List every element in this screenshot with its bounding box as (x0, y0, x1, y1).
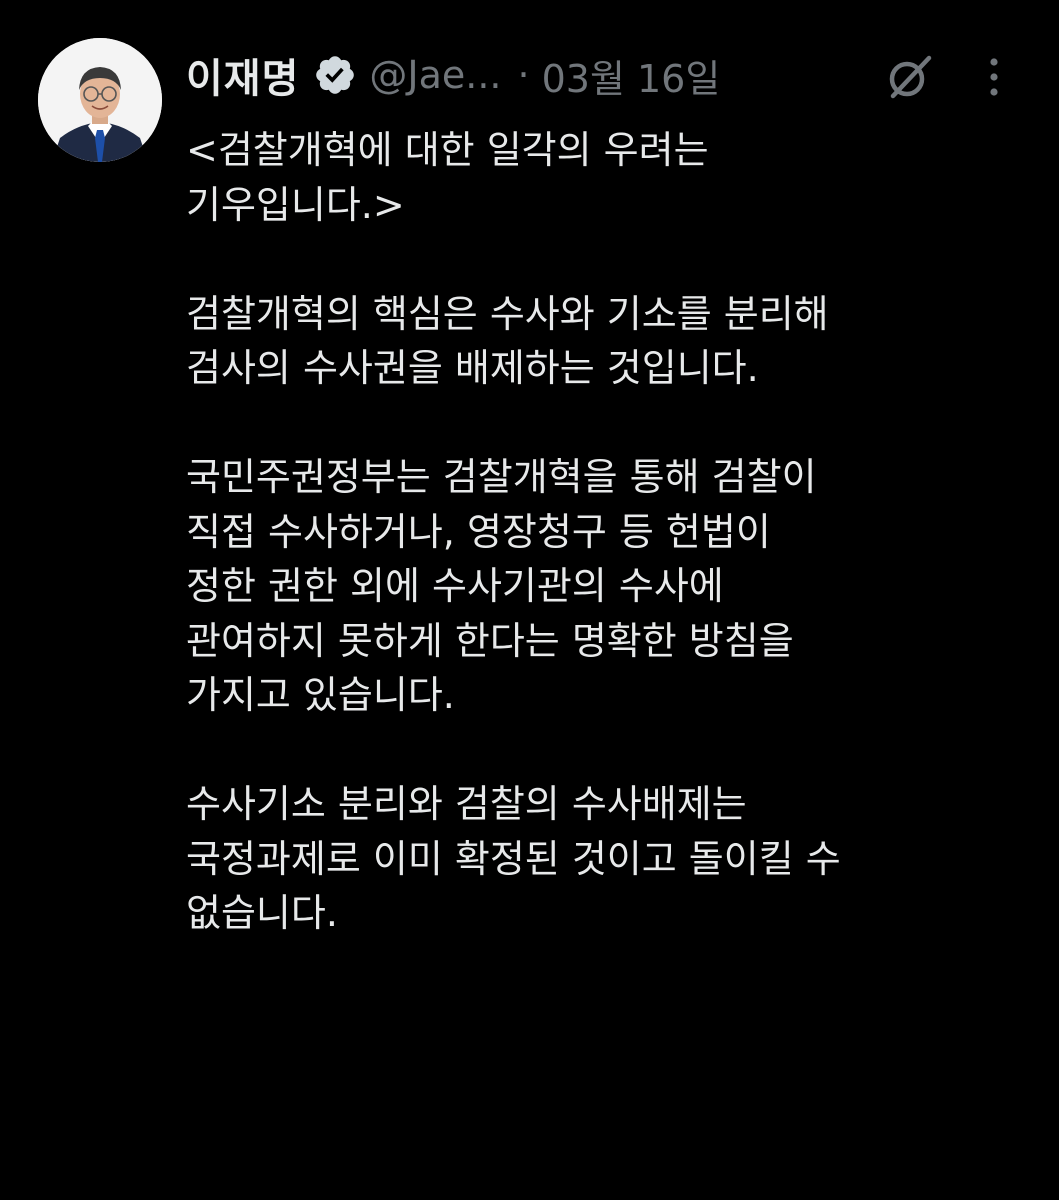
post-text-line: 국민주권정부는 검찰개혁을 통해 검찰이 (186, 455, 817, 499)
post-text-line: 검찰개혁의 핵심은 수사와 기소를 분리해 (186, 291, 829, 336)
post-text-line: 직접 수사하거나, 영장청구 등 헌법이 (186, 509, 771, 554)
post-text-line: 가지고 있습니다. (186, 673, 455, 717)
post-text-line: <검찰개혁에 대한 일각의 우려는 (186, 128, 709, 172)
verified-badge-icon (313, 53, 357, 97)
author-name[interactable]: 이재명 (186, 46, 299, 104)
post-text-line: 관여하지 못하게 한다는 명확한 방침을 (186, 618, 794, 663)
more-options-icon[interactable] (986, 54, 1002, 100)
post-text: <검찰개혁에 대한 일각의 우려는 기우입니다.> 검찰개혁의 핵심은 수사와 … (186, 123, 1036, 941)
post-paragraph: 검찰개혁의 핵심은 수사와 기소를 분리해 검사의 수사권을 배제하는 것입니다… (186, 287, 1036, 396)
post-paragraph: 수사기소 분리와 검찰의 수사배제는 국정과제로 이미 확정된 것이고 돌이킬 … (186, 777, 1036, 941)
post-text-line: 기우입니다.> (186, 182, 405, 227)
post-text-line: 정한 권한 외에 수사기관의 수사에 (186, 564, 724, 608)
post-text-line: 국정과제로 이미 확정된 것이고 돌이킬 수 (186, 836, 841, 881)
post-text-line: 수사기소 분리와 검찰의 수사배제는 (186, 782, 747, 826)
header-separator: · (517, 53, 530, 97)
grok-icon[interactable] (882, 50, 936, 104)
post-date[interactable]: 03월 16일 (542, 48, 721, 103)
author-handle[interactable]: @Jae... (369, 53, 501, 97)
post-text-line: 없습니다. (186, 891, 338, 935)
post-paragraph: <검찰개혁에 대한 일각의 우려는 기우입니다.> (186, 123, 1036, 232)
profile-photo-icon (38, 38, 162, 162)
post-paragraph: 국민주권정부는 검찰개혁을 통해 검찰이 직접 수사하거나, 영장청구 등 헌법… (186, 450, 1036, 723)
post-text-line: 검사의 수사권을 배제하는 것입니다. (186, 346, 759, 390)
avatar[interactable] (38, 38, 162, 162)
post: 이재명 @Jae... · 03월 16일 <검찰개혁에 대한 일각의 우려는 … (0, 0, 1059, 1200)
